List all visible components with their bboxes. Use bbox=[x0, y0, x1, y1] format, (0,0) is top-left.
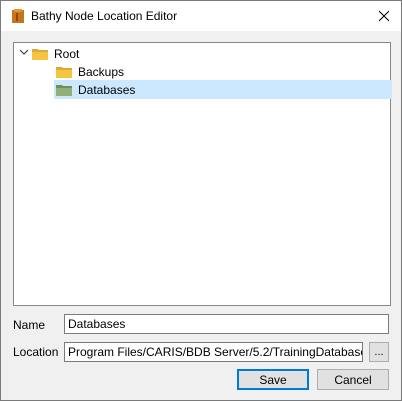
tree-node-label: Databases bbox=[78, 82, 136, 97]
folder-icon bbox=[56, 67, 72, 78]
save-button[interactable]: Save bbox=[237, 369, 309, 390]
title-bar[interactable]: Bathy Node Location Editor bbox=[1, 1, 401, 31]
close-button[interactable] bbox=[367, 1, 401, 31]
location-label: Location bbox=[13, 345, 59, 359]
location-field[interactable]: Program Files/CARIS/BDB Server/5.2/Train… bbox=[64, 342, 363, 362]
close-icon bbox=[379, 11, 389, 21]
folder-icon bbox=[56, 84, 72, 96]
tree-node-label: Backups bbox=[78, 65, 125, 79]
chevron-down-icon[interactable] bbox=[18, 47, 30, 57]
tree-node-backups[interactable]: Backups bbox=[56, 63, 124, 81]
cancel-button[interactable]: Cancel bbox=[317, 369, 389, 390]
location-tree[interactable]: Root Backups Databases bbox=[13, 42, 392, 306]
browse-button[interactable]: ... bbox=[369, 342, 389, 362]
name-label: Name bbox=[13, 318, 46, 332]
dialog-window: Bathy Node Location Editor Root Backups bbox=[0, 0, 402, 401]
tree-node-databases[interactable]: Databases bbox=[54, 80, 392, 99]
app-icon bbox=[12, 9, 24, 23]
tree-node-label: Root bbox=[54, 47, 80, 61]
tree-node-root[interactable]: Root bbox=[32, 45, 79, 63]
folder-icon bbox=[32, 49, 48, 60]
window-title: Bathy Node Location Editor bbox=[31, 9, 178, 23]
name-field[interactable]: Databases bbox=[64, 314, 389, 334]
